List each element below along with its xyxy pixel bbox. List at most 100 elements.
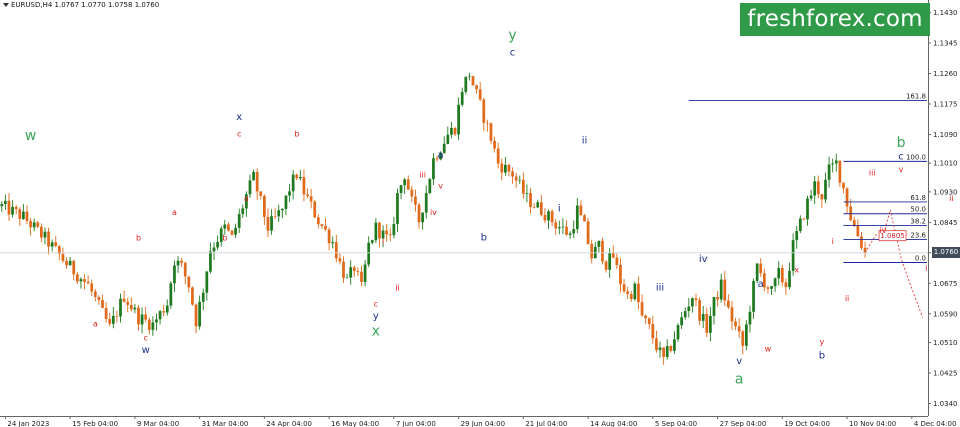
candle-body [147,319,151,330]
candle-body [320,224,324,227]
candle-body [205,271,209,293]
candle-body [432,158,435,180]
candle-body [511,171,514,177]
candle-body [140,314,144,325]
current-price-label: 1.0760 [933,248,959,257]
candle-body [284,195,288,209]
candle-body [741,331,745,346]
candle-body [266,216,270,231]
candle-body [183,262,187,277]
candle-body [565,226,568,235]
candle-body [424,193,428,213]
symbol-header: EURUSD,H4 1.0767 1.0770 1.0758 1.0760 [3,1,159,9]
wave-label: i [832,237,834,246]
candle-body [503,164,507,173]
candle-body [719,279,723,300]
candle-body [68,260,72,266]
candle-body [158,311,162,320]
candle-body [83,279,86,282]
candle-body [291,174,295,192]
y-tick-label: 1.0510 [933,339,958,347]
wave-label: c [898,152,904,163]
candle-body [615,257,619,265]
candle-body [298,177,302,179]
y-tick-label: 1.1345 [933,40,958,48]
candle-body [406,179,410,190]
candle-body [230,230,234,235]
wave-label: b [481,232,487,243]
candle-body [554,222,558,229]
y-tick-label: 1.1260 [933,70,958,78]
candle-body [169,283,173,306]
candle-body [4,200,7,204]
candle-body [187,276,191,288]
candle-body [493,140,496,149]
candle-body [453,127,457,135]
wave-label: b [136,233,141,242]
wave-label: iii [869,169,876,178]
candle-body [673,339,676,351]
candle-body [316,217,320,225]
candle-body [421,212,425,223]
wave-label: v [736,356,742,367]
y-tick-label: 1.1010 [933,160,958,168]
candle-body [392,224,396,236]
candle-body [827,164,831,180]
candle-body [450,127,453,135]
candlestick-series [0,72,867,365]
candle-body [144,314,148,320]
candle-body [306,194,309,197]
fib-level-label: 61.8 [910,194,926,202]
candle-body [248,180,252,195]
candle-body [737,326,741,332]
wave-label: v [899,165,904,174]
candle-body [86,281,90,284]
x-tick-label: 21 Jul 04:00 [525,420,567,427]
dropdown-triangle-icon[interactable] [3,3,9,7]
wave-label: w [142,345,150,356]
candle-body [709,315,712,333]
candle-body [521,179,525,194]
candle-body [104,307,108,319]
candle-body [575,205,579,230]
candle-body [54,242,58,247]
fib-level-label: 0.0 [915,255,926,263]
candle-body [647,318,651,324]
candle-body [557,227,561,229]
candle-body [669,346,673,351]
candle-body [838,160,842,183]
candle-body [280,208,284,211]
candle-body [331,242,335,244]
candle-body [176,260,180,266]
candle-body [705,313,709,333]
candle-body [65,260,68,266]
wave-label: w [25,128,36,144]
candle-body [410,189,414,197]
wave-label: iv [430,208,437,217]
wave-label: b [897,135,906,151]
wave-labels: waabcwxcabbcyxiiiiiiavivbyciiiiviiivaawx… [25,27,954,387]
candle-body [460,91,464,105]
y-tick-label: 1.1090 [933,131,958,139]
candle-body [701,313,705,321]
candle-body [180,260,184,263]
candle-body [403,179,407,186]
candle-body [795,230,799,241]
candle-body [813,181,817,196]
brand-logo-text: freshforex.com [747,6,923,32]
candle-body [119,298,122,317]
candle-body [173,265,176,284]
candle-body [611,253,615,258]
candle-body [604,261,608,270]
candle-body [327,229,331,244]
candle-body [478,89,482,100]
candle-body [309,196,313,202]
x-tick-label: 10 Nov 04:00 [849,420,896,427]
candle-body [561,226,565,228]
wave-label: b [294,129,299,138]
candle-body [191,287,194,305]
candle-body [464,76,468,92]
candle-body [97,297,101,301]
candle-body [468,76,471,77]
candle-body [277,210,281,217]
